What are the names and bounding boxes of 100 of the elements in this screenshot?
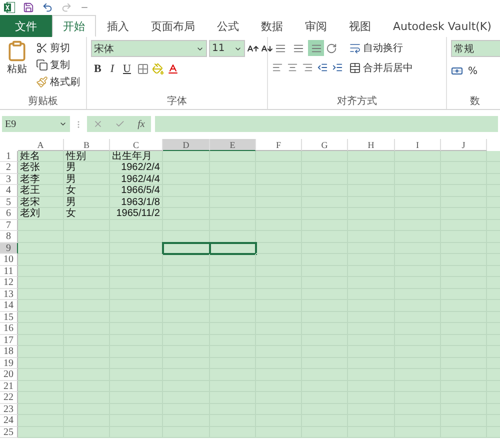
grid-cell: [210, 254, 256, 266]
row-header[interactable]: 21: [0, 380, 18, 392]
formula-field[interactable]: [155, 116, 498, 132]
row-header[interactable]: 9: [0, 242, 18, 254]
table-cell: 老王: [18, 185, 64, 196]
grid-cell: [18, 392, 64, 404]
font-color-icon[interactable]: [166, 63, 179, 75]
column-header[interactable]: A: [18, 139, 64, 151]
column-header[interactable]: F: [256, 139, 302, 151]
redo-icon[interactable]: [61, 2, 72, 13]
bold-button[interactable]: B: [91, 63, 104, 75]
grid-cell: [110, 231, 163, 242]
cut-button[interactable]: 剪切: [34, 40, 82, 56]
row-header[interactable]: 12: [0, 277, 18, 288]
row-header[interactable]: 2: [0, 162, 18, 174]
column-header[interactable]: C: [110, 139, 163, 151]
column-header[interactable]: J: [441, 139, 487, 151]
column-header[interactable]: D: [163, 139, 210, 151]
wrap-text-button[interactable]: 自动换行: [347, 40, 415, 56]
ribbon-tab[interactable]: 开始: [52, 15, 96, 37]
column-header[interactable]: G: [302, 139, 348, 151]
increase-indent-icon[interactable]: [332, 62, 343, 73]
column-header[interactable]: E: [210, 139, 256, 151]
font-name-field[interactable]: 宋体: [91, 40, 207, 57]
increase-font-icon[interactable]: [247, 42, 259, 54]
group-label: 剪贴板: [27, 95, 59, 109]
row-header[interactable]: 23: [0, 404, 18, 415]
selected-cell: [210, 242, 256, 254]
table-cell: 1962/4/4: [110, 174, 163, 185]
row-header[interactable]: 8: [0, 231, 18, 242]
paste-button[interactable]: 粘贴: [4, 40, 30, 95]
row-header[interactable]: 1: [0, 150, 18, 162]
align-left-icon[interactable]: [272, 62, 283, 73]
undo-icon[interactable]: [42, 2, 53, 13]
row-header[interactable]: 17: [0, 334, 18, 346]
decrease-indent-icon[interactable]: [317, 62, 328, 73]
row-header[interactable]: 5: [0, 196, 18, 208]
table-cell: 1966/5/4: [110, 185, 163, 196]
vertical-align-button[interactable]: [308, 40, 324, 56]
grid-cell: [18, 277, 64, 288]
grid-cell: [256, 254, 302, 266]
row-header[interactable]: 13: [0, 288, 18, 300]
table-cell: 女: [64, 208, 110, 220]
copy-button[interactable]: 复制: [34, 57, 82, 73]
grid-cell: [302, 150, 348, 162]
borders-icon[interactable]: [136, 63, 149, 75]
scissors-icon: [36, 42, 48, 54]
cancel-icon[interactable]: [93, 119, 104, 129]
save-icon[interactable]: [23, 2, 34, 13]
excel-logo-icon: [4, 2, 15, 13]
selected-cell: [163, 242, 210, 254]
grid-cell: [18, 242, 64, 254]
row-header[interactable]: 10: [0, 254, 18, 266]
column-header[interactable]: H: [348, 139, 395, 151]
row-header[interactable]: 3: [0, 174, 18, 185]
row-header[interactable]: 6: [0, 208, 18, 220]
row-header[interactable]: 15: [0, 312, 18, 323]
name-box[interactable]: E9: [2, 116, 70, 132]
row-header[interactable]: 18: [0, 346, 18, 358]
row-header[interactable]: 14: [0, 300, 18, 312]
row-header[interactable]: 25: [0, 426, 18, 438]
insert-function-button[interactable]: fx: [138, 118, 145, 130]
row-header[interactable]: 24: [0, 415, 18, 426]
row-header[interactable]: 19: [0, 358, 18, 369]
table-cell: 出生年月: [110, 150, 163, 162]
column-header[interactable]: I: [395, 139, 441, 151]
row-header[interactable]: 16: [0, 323, 18, 334]
align-right-icon[interactable]: [302, 62, 313, 73]
column-header[interactable]: B: [64, 139, 110, 151]
grid-cell: [163, 150, 210, 162]
file-tab[interactable]: 文件: [0, 15, 52, 37]
table-cell: 性别: [64, 150, 110, 162]
table-cell: 女: [64, 185, 110, 196]
grid-cell: [18, 288, 64, 300]
number-format-field[interactable]: 常规: [451, 40, 500, 57]
grid-cell: [18, 415, 64, 426]
enter-icon[interactable]: [115, 119, 126, 129]
grid-cell: [18, 346, 64, 358]
italic-button[interactable]: I: [107, 63, 118, 75]
row-header[interactable]: 20: [0, 369, 18, 380]
grid-cell: [110, 426, 163, 438]
row-header[interactable]: 4: [0, 185, 18, 196]
format-painter-button[interactable]: 格式刷: [34, 74, 82, 90]
font-size-field[interactable]: 11: [209, 40, 245, 57]
copy-icon: [36, 59, 48, 71]
caret-icon: [59, 120, 67, 128]
align-center-icon[interactable]: [287, 62, 298, 73]
grid-cell: [210, 426, 256, 438]
percent-button[interactable]: %: [466, 63, 480, 79]
row-header[interactable]: 22: [0, 392, 18, 404]
orientation-icon[interactable]: [326, 42, 337, 54]
decrease-font-icon[interactable]: [261, 42, 273, 54]
merge-center-button[interactable]: 合并后居中: [347, 60, 415, 76]
underline-button[interactable]: U: [120, 63, 134, 75]
row-header[interactable]: 7: [0, 220, 18, 231]
grid-cell: [64, 426, 110, 438]
fill-color-icon[interactable]: [152, 63, 164, 75]
row-header[interactable]: 11: [0, 266, 18, 277]
currency-icon[interactable]: [451, 65, 463, 77]
clipboard-icon: [6, 40, 28, 62]
